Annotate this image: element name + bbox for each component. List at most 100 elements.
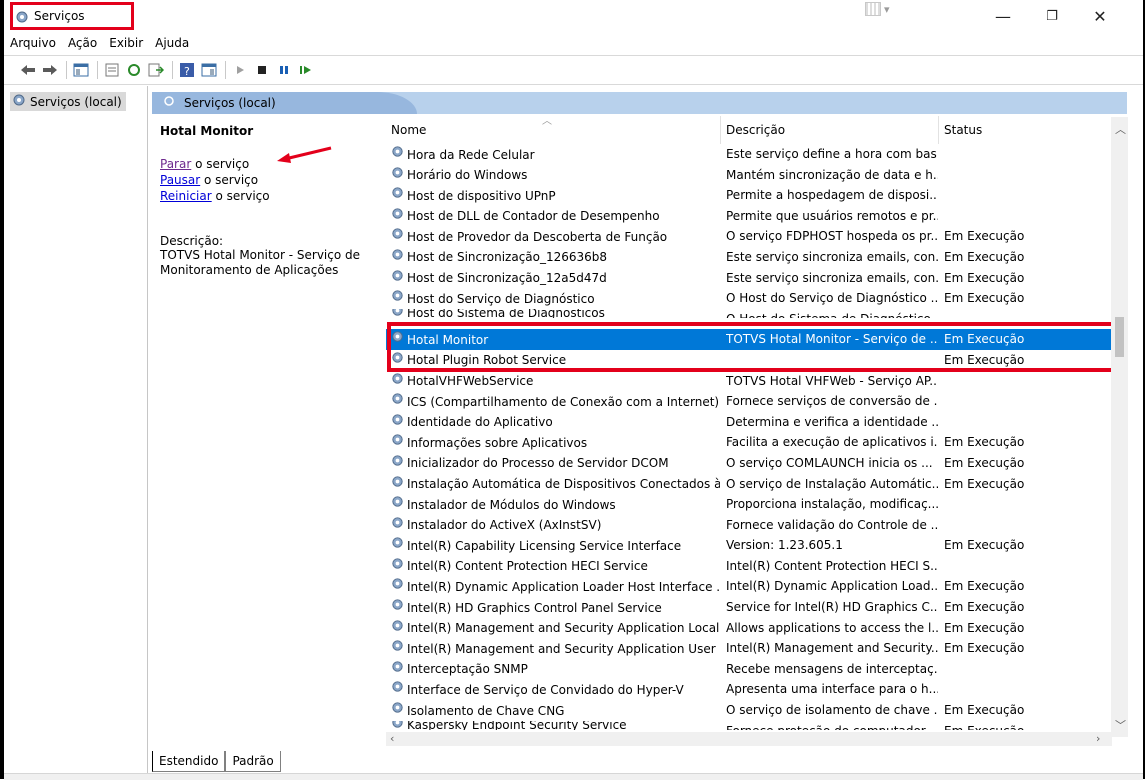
tab-padrao[interactable]: Padrão bbox=[225, 751, 281, 772]
service-name: Kaspersky Endpoint Security Service bbox=[407, 720, 627, 730]
service-gear-icon bbox=[390, 329, 405, 351]
show-action-pane-icon[interactable] bbox=[199, 60, 219, 80]
menu-acao[interactable]: Ação bbox=[62, 33, 103, 53]
table-row[interactable]: ICS (Compartilhamento de Conexão com a I… bbox=[386, 391, 1127, 412]
table-row[interactable]: Instalador de Módulos do Windows Proporci… bbox=[386, 494, 1127, 515]
table-row[interactable]: Host de Sincronização_12a5d47d Este servi… bbox=[386, 268, 1127, 289]
service-name: Informações sobre Aplicativos bbox=[407, 435, 588, 450]
table-row[interactable]: Interface de Serviço de Convidado do Hyp… bbox=[386, 679, 1127, 700]
table-row[interactable]: Inicializador do Processo de Servidor DC… bbox=[386, 453, 1127, 474]
service-description: Intel(R) Management and Security... bbox=[726, 641, 938, 656]
restart-service-icon[interactable] bbox=[296, 60, 316, 80]
table-row[interactable]: Instalação Automática de Dispositivos Co… bbox=[386, 474, 1127, 495]
scroll-right-icon[interactable]: › bbox=[1096, 732, 1100, 745]
service-status: Em Execução bbox=[944, 270, 1025, 285]
service-name: Host de DLL de Contador de Desempenho bbox=[407, 209, 660, 224]
table-row[interactable]: Intel(R) Content Protection HECI Service… bbox=[386, 556, 1127, 577]
show-console-tree-icon[interactable] bbox=[71, 60, 91, 80]
table-row[interactable]: Hotal Plugin Robot Service Em Execução bbox=[386, 350, 1127, 371]
service-gear-icon bbox=[390, 556, 405, 578]
service-name-cell: Instalador do ActiveX (AxInstSV) bbox=[390, 515, 720, 537]
service-name-cell: Host de DLL de Contador de Desempenho bbox=[390, 206, 720, 228]
service-description: Intel(R) Dynamic Application Load... bbox=[726, 579, 938, 594]
table-row[interactable]: HotalVHFWebService TOTVS Hotal VHFWeb - S… bbox=[386, 371, 1127, 392]
table-row[interactable]: Hora da Rede Celular Este serviço define … bbox=[386, 144, 1127, 165]
table-row[interactable]: Isolamento de Chave CNG O serviço de isol… bbox=[386, 700, 1127, 721]
horizontal-scrollbar[interactable]: ‹ › bbox=[386, 732, 1112, 746]
start-service-icon[interactable] bbox=[230, 60, 250, 80]
table-row[interactable]: Intel(R) Capability Licensing Service In… bbox=[386, 535, 1127, 556]
service-name-cell: Intel(R) Content Protection HECI Service bbox=[390, 556, 720, 578]
table-row[interactable]: Identidade do Aplicativo Determina e veri… bbox=[386, 412, 1127, 433]
minimize-button[interactable]: — bbox=[988, 6, 1018, 28]
scroll-left-icon[interactable]: ‹ bbox=[390, 732, 394, 745]
service-gear-icon bbox=[390, 185, 405, 207]
table-row[interactable]: Host de DLL de Contador de Desempenho Per… bbox=[386, 206, 1127, 227]
scroll-up-icon[interactable]: ︿ bbox=[1115, 121, 1126, 137]
maximize-button[interactable]: ❐ bbox=[1037, 6, 1067, 28]
tree-item-services-local[interactable]: Serviços (local) bbox=[10, 92, 126, 111]
column-header-status[interactable]: Status bbox=[939, 116, 1127, 144]
service-name: Hotal Plugin Robot Service bbox=[407, 353, 567, 368]
menu-ajuda[interactable]: Ajuda bbox=[149, 33, 195, 53]
title-bar: Serviços ▾ — ❐ ✕ bbox=[4, 0, 1143, 32]
service-gear-icon bbox=[390, 268, 405, 290]
scrollbar-thumb[interactable] bbox=[1115, 317, 1124, 357]
table-row[interactable]: Intel(R) Dynamic Application Loader Host… bbox=[386, 576, 1127, 597]
console-tree: Serviços (local) bbox=[4, 86, 148, 779]
table-row[interactable]: Interceptação SNMP Recebe mensagens de in… bbox=[386, 659, 1127, 680]
service-name: Intel(R) Capability Licensing Service In… bbox=[407, 538, 682, 553]
service-name-cell: Hotal Plugin Robot Service bbox=[390, 350, 720, 372]
export-list-icon[interactable] bbox=[146, 60, 166, 80]
tab-estendido[interactable]: Estendido bbox=[152, 751, 226, 772]
toolbar-separator bbox=[66, 61, 67, 79]
service-description: Este serviço define a hora com bas... bbox=[726, 147, 938, 161]
table-row[interactable]: Host do Sistema de Diagnósticos O Host do… bbox=[386, 308, 1127, 330]
service-description: Service for Intel(R) HD Graphics C... bbox=[726, 600, 938, 615]
restart-service-link[interactable]: Reiniciar bbox=[160, 189, 212, 203]
column-header-name[interactable]: Nome bbox=[386, 116, 721, 144]
table-row[interactable]: Instalador do ActiveX (AxInstSV) Fornece … bbox=[386, 515, 1127, 536]
service-description: O Host do Sistema de Diagnóstico... bbox=[726, 309, 938, 318]
table-row[interactable]: Host de dispositivo UPnP Permite a hosped… bbox=[386, 185, 1127, 206]
snap-layout-control[interactable]: ▾ bbox=[865, 2, 890, 16]
table-row[interactable]: Horário do Windows Mantém sincronização d… bbox=[386, 165, 1127, 186]
service-name: Host do Serviço de Diagnóstico bbox=[407, 291, 595, 306]
back-arrow-icon[interactable] bbox=[18, 60, 38, 80]
help-icon[interactable]: ? bbox=[177, 60, 197, 80]
table-row[interactable]: Intel(R) Management and Security Applica… bbox=[386, 638, 1127, 659]
table-row[interactable]: Host de Provedor da Descoberta de Função… bbox=[386, 226, 1127, 247]
refresh-icon[interactable] bbox=[124, 60, 144, 80]
divider bbox=[4, 55, 1143, 56]
table-row[interactable]: Intel(R) HD Graphics Control Panel Servi… bbox=[386, 597, 1127, 618]
service-name: Host de Sincronização_12a5d47d bbox=[407, 271, 607, 286]
service-description: Allows applications to access the l... bbox=[726, 620, 938, 635]
service-name-cell: Host de Sincronização_12a5d47d bbox=[390, 268, 720, 290]
service-name: Host de Sincronização_126636b8 bbox=[407, 250, 608, 265]
properties-icon[interactable] bbox=[102, 60, 122, 80]
forward-arrow-icon[interactable] bbox=[40, 60, 60, 80]
scroll-down-icon[interactable]: ﹀ bbox=[1115, 717, 1126, 733]
stop-service-link[interactable]: Parar bbox=[160, 157, 191, 171]
service-name: Interface de Serviço de Convidado do Hyp… bbox=[407, 682, 684, 697]
description-text: TOTVS Hotal Monitor - Serviço de Monitor… bbox=[160, 248, 361, 277]
stop-service-icon[interactable] bbox=[252, 60, 272, 80]
table-row[interactable]: Intel(R) Management and Security Applica… bbox=[386, 618, 1127, 639]
service-description: O serviço COMLAUNCH inicia os ... bbox=[726, 455, 933, 470]
table-row[interactable]: Host do Serviço de Diagnóstico O Host do … bbox=[386, 288, 1127, 309]
service-name: Host de dispositivo UPnP bbox=[407, 188, 556, 203]
service-name: Inicializador do Processo de Servidor DC… bbox=[407, 456, 669, 471]
close-button[interactable]: ✕ bbox=[1085, 6, 1115, 28]
pause-service-link[interactable]: Pausar bbox=[160, 173, 200, 187]
table-row[interactable]: Hotal Monitor TOTVS Hotal Monitor - Servi… bbox=[386, 329, 1127, 350]
table-row[interactable]: Host de Sincronização_126636b8 Este servi… bbox=[386, 247, 1127, 268]
menu-arquivo[interactable]: Arquivo bbox=[4, 33, 62, 53]
service-gear-icon bbox=[390, 638, 405, 660]
column-header-description[interactable]: Descrição bbox=[721, 116, 939, 144]
vertical-scrollbar[interactable]: ︿ ﹀ bbox=[1111, 117, 1128, 737]
service-name-cell: HotalVHFWebService bbox=[390, 371, 720, 393]
service-gear-icon bbox=[390, 288, 405, 310]
menu-exibir[interactable]: Exibir bbox=[103, 33, 149, 53]
table-row[interactable]: Informações sobre Aplicativos Facilita a … bbox=[386, 432, 1127, 453]
pause-service-icon[interactable] bbox=[274, 60, 294, 80]
